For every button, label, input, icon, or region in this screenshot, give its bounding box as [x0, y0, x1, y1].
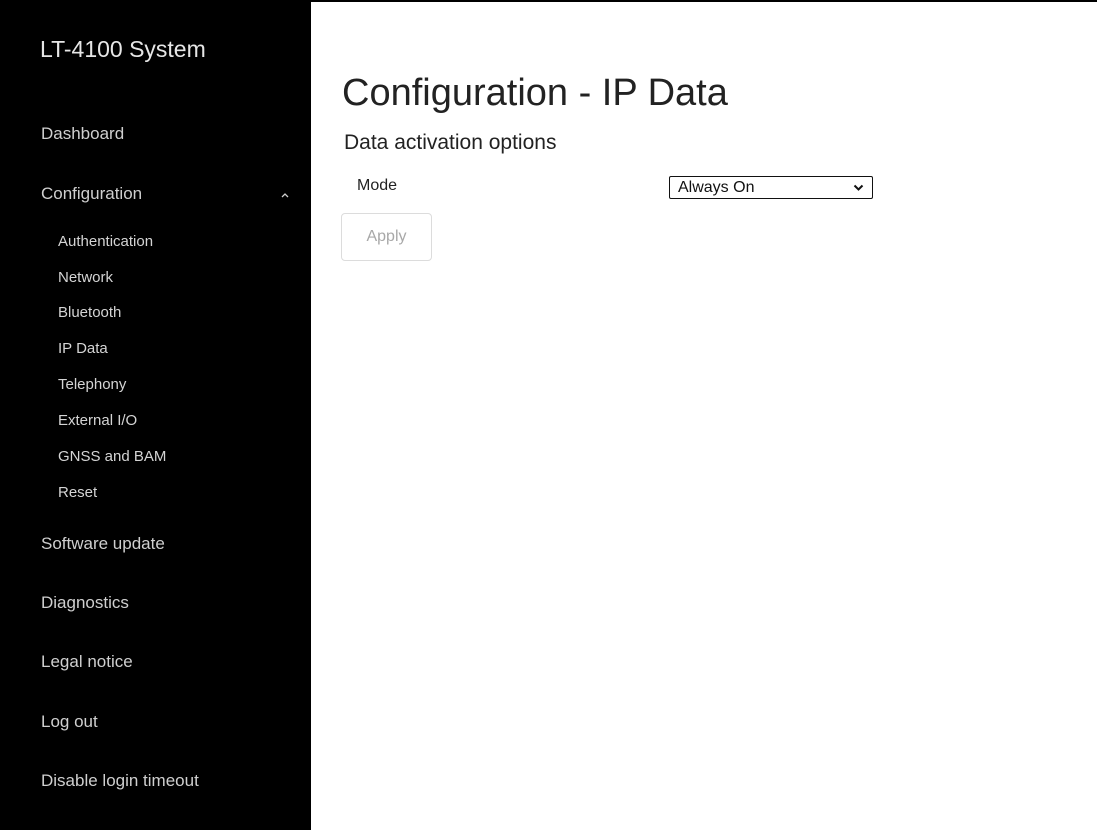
mode-label: Mode: [357, 177, 398, 194]
mode-select-value: Always On: [678, 179, 755, 196]
section-title: Data activation options: [344, 131, 557, 154]
chevron-down-icon: [853, 184, 864, 191]
sidebar-item-dashboard[interactable]: Dashboard: [41, 124, 124, 144]
brand-title: LT-4100 System: [40, 36, 206, 62]
sidebar-subitem-network[interactable]: Network: [58, 269, 113, 286]
sidebar-subitem-authentication[interactable]: Authentication: [58, 233, 153, 250]
apply-button[interactable]: Apply: [341, 213, 432, 261]
sidebar-item-legal-notice[interactable]: Legal notice: [41, 652, 133, 672]
sidebar-item-log-out[interactable]: Log out: [41, 712, 98, 732]
sidebar-subitem-reset[interactable]: Reset: [58, 484, 97, 501]
sidebar-item-software-update[interactable]: Software update: [41, 534, 165, 554]
sidebar: LT-4100 System Dashboard Configuration A…: [0, 0, 311, 830]
sidebar-subitem-telephony[interactable]: Telephony: [58, 376, 126, 393]
chevron-up-icon[interactable]: [279, 190, 291, 200]
sidebar-subitem-bluetooth[interactable]: Bluetooth: [58, 304, 121, 321]
sidebar-item-configuration[interactable]: Configuration: [41, 184, 142, 204]
sidebar-item-disable-login-timeout[interactable]: Disable login timeout: [41, 771, 199, 791]
mode-select[interactable]: Always On: [669, 176, 873, 199]
sidebar-subitem-ip-data[interactable]: IP Data: [58, 340, 108, 357]
sidebar-subitem-gnss-bam[interactable]: GNSS and BAM: [58, 448, 166, 465]
page-title: Configuration - IP Data: [342, 72, 728, 114]
sidebar-subitem-external-io[interactable]: External I/O: [58, 412, 137, 429]
sidebar-item-diagnostics[interactable]: Diagnostics: [41, 593, 129, 613]
